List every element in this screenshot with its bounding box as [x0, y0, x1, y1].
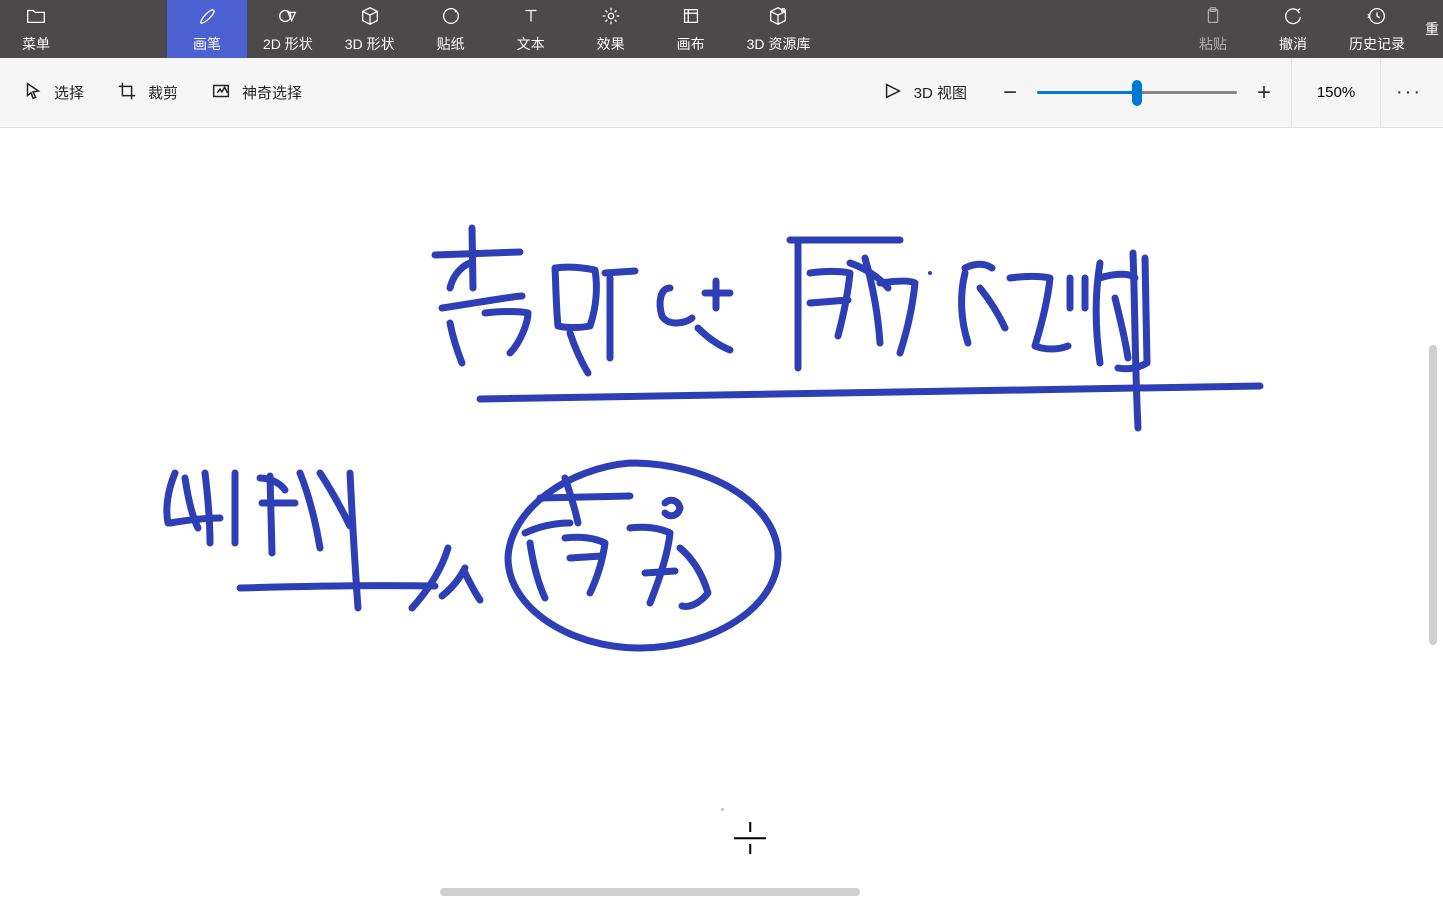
canvas-tab[interactable]: 画布 — [651, 0, 731, 58]
magic-icon — [210, 80, 232, 106]
library3d-label: 3D 资源库 — [747, 34, 811, 54]
select-label: 选择 — [54, 82, 84, 103]
undo-icon — [1282, 5, 1304, 30]
view3d-toggle[interactable]: 3D 视图 — [866, 58, 983, 127]
shapes2d-label: 2D 形状 — [263, 34, 313, 54]
effects-icon — [600, 5, 622, 30]
paste-icon — [1202, 5, 1224, 30]
shapes2d-tab[interactable]: 2D 形状 — [247, 0, 329, 58]
crop-label: 裁剪 — [148, 82, 178, 103]
paste-button: 粘贴 — [1173, 0, 1253, 58]
library3d-tab[interactable]: 3D 资源库 — [731, 0, 827, 58]
text-tab[interactable]: 文本 — [491, 0, 571, 58]
magic-label: 神奇选择 — [242, 82, 302, 103]
paste-label: 粘贴 — [1199, 34, 1227, 54]
cube-icon — [359, 5, 381, 30]
shapes3d-tab[interactable]: 3D 形状 — [329, 0, 411, 58]
stickers-tab[interactable]: 贴纸 — [411, 0, 491, 58]
zoom-readout[interactable]: 150% — [1291, 58, 1381, 127]
main-toolbar: 菜单 画笔 2D 形状 3D 形状 贴纸 文本 效果 — [0, 0, 1443, 58]
brush-tab[interactable]: 画笔 — [167, 0, 247, 58]
history-button[interactable]: 历史记录 — [1333, 0, 1421, 58]
more-button[interactable]: ··· — [1381, 58, 1437, 127]
crop-icon — [116, 80, 138, 106]
canvas-label: 画布 — [677, 34, 705, 54]
view3d-label: 3D 视图 — [914, 82, 967, 103]
zoom-slider[interactable] — [1037, 58, 1237, 127]
zoom-in-button[interactable]: + — [1237, 58, 1291, 127]
undo-label: 撤消 — [1279, 34, 1307, 54]
zoom-thumb[interactable] — [1132, 80, 1142, 106]
history-label: 历史记录 — [1349, 34, 1405, 54]
redo-button-partial[interactable]: 重 — [1421, 0, 1443, 58]
effects-tab[interactable]: 效果 — [571, 0, 651, 58]
horizontal-scrollbar[interactable] — [440, 888, 860, 896]
handwriting-strokes — [10, 128, 1390, 902]
undo-button[interactable]: 撤消 — [1253, 0, 1333, 58]
play3d-icon — [882, 80, 904, 106]
stickers-label: 贴纸 — [437, 34, 465, 54]
ellipsis-icon: ··· — [1396, 81, 1422, 104]
text-label: 文本 — [517, 34, 545, 54]
shapes2d-icon — [277, 5, 299, 30]
zoom-value: 150% — [1317, 84, 1355, 101]
shapes3d-label: 3D 形状 — [345, 34, 395, 54]
sub-toolbar: 选择 裁剪 神奇选择 3D 视图 − + 150 — [0, 58, 1443, 128]
plus-icon: + — [1257, 79, 1271, 107]
canvas-icon — [680, 5, 702, 30]
zoom-track — [1037, 91, 1237, 94]
folder-icon — [25, 5, 47, 30]
select-tool[interactable]: 选择 — [6, 58, 100, 127]
menu-button[interactable]: 菜单 — [0, 0, 72, 58]
stray-dot — [721, 808, 724, 811]
effects-label: 效果 — [597, 34, 625, 54]
magic-select-tool[interactable]: 神奇选择 — [194, 58, 318, 127]
library-icon — [767, 5, 789, 30]
menu-label: 菜单 — [22, 34, 50, 54]
history-icon — [1366, 5, 1388, 30]
text-icon — [520, 5, 542, 30]
brush-label: 画笔 — [193, 34, 221, 54]
zoom-out-button[interactable]: − — [983, 58, 1037, 127]
cursor-icon — [22, 80, 44, 106]
redo-label-partial: 重 — [1425, 19, 1439, 39]
vertical-scrollbar[interactable] — [1429, 345, 1437, 645]
crop-tool[interactable]: 裁剪 — [100, 58, 194, 127]
drawing-canvas[interactable] — [10, 128, 1393, 902]
brush-icon — [196, 5, 218, 30]
sticker-icon — [440, 5, 462, 30]
minus-icon: − — [1003, 79, 1017, 107]
